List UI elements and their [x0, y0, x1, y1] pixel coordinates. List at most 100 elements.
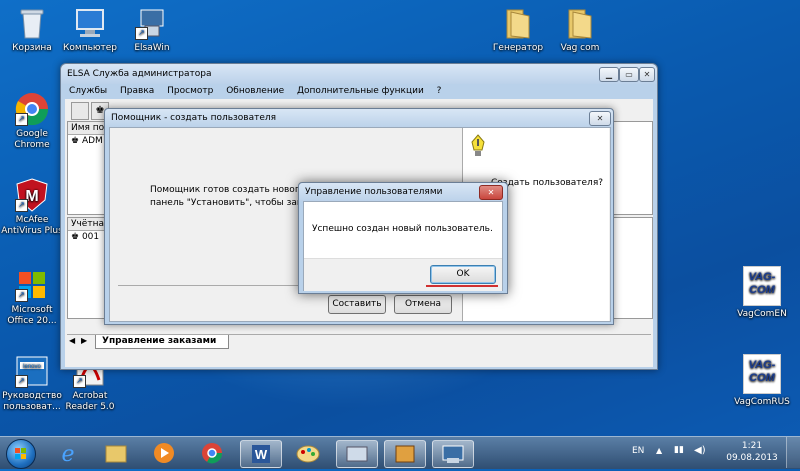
shortcut-arrow-icon: ↗ [15, 113, 28, 126]
wizard-titlebar[interactable]: Помощник - создать пользователя [105, 109, 613, 127]
admin-window-title: ELSA Служба администратора [67, 69, 212, 79]
desktop-icon-recycle-bin[interactable]: Корзина [0, 6, 64, 54]
cancel-button[interactable]: Отмена [394, 295, 452, 314]
taskbar-media-player-icon[interactable] [144, 440, 184, 466]
admin-menubar: Службы Правка Просмотр Обновление Дополн… [69, 85, 451, 98]
volume-icon[interactable]: ◀) [694, 445, 706, 456]
dialog-titlebar[interactable]: Управление пользователями [299, 183, 507, 201]
menu-view[interactable]: Просмотр [167, 86, 213, 96]
start-button-icon[interactable] [6, 439, 36, 469]
admin-window-titlebar[interactable]: ELSA Служба администратора [61, 64, 657, 84]
vag-logo-line2: COM [749, 284, 775, 296]
desktop-icon-mcafee[interactable]: M ↗ McAfee AntiVirus Plus [0, 178, 64, 237]
desktop-icon-label: Руководство пользоват... [2, 391, 62, 412]
recycle-bin-icon [15, 6, 49, 40]
list-item-label: ADM [81, 136, 103, 146]
folder-icon [501, 6, 535, 40]
mcafee-shield-icon: M ↗ [15, 178, 49, 212]
tab-scroll-left-icon[interactable]: ◀ [69, 336, 75, 345]
computer-icon [73, 6, 107, 40]
dialog-body: Успешно создан новый пользователь. OK [303, 201, 503, 291]
vag-com-logo-icon: VAG- COM [743, 354, 781, 394]
lightbulb-icon [469, 134, 487, 163]
chrome-icon: ↗ [15, 92, 49, 126]
taskbar-elsa-icon[interactable] [432, 440, 474, 468]
shortcut-arrow-icon: ↗ [15, 375, 28, 388]
shortcut-arrow-icon: ↗ [73, 375, 86, 388]
desktop-icon-label: Корзина [12, 43, 52, 53]
taskbar-ie-icon[interactable]: e [48, 440, 88, 467]
taskbar-window-icon[interactable] [336, 440, 378, 468]
menu-help[interactable]: ? [437, 86, 442, 96]
list-item-label: 001 [81, 232, 100, 242]
minimize-button[interactable]: ▁ [599, 67, 619, 82]
annotation-underline [426, 285, 498, 287]
dialog-close-button[interactable]: ✕ [479, 185, 503, 200]
desktop-icon-vagcom-rus[interactable]: VAG- COM VagComRUS [730, 354, 794, 408]
wizard-title: Помощник - создать пользователя [111, 113, 277, 123]
user-management-dialog: Управление пользователями ✕ Успешно созд… [298, 182, 508, 294]
tab-strip: ◀ ▶ Управление заказами [67, 334, 651, 349]
taskbar-app-icon[interactable] [384, 440, 426, 468]
desktop-icon-label: Генератор [492, 43, 544, 53]
desktop-icon-computer[interactable]: Компьютер [58, 6, 122, 54]
dialog-title: Управление пользователями [305, 187, 443, 197]
clock-date: 09.08.2013 [726, 453, 778, 463]
menu-edit[interactable]: Правка [120, 86, 154, 96]
language-indicator[interactable]: EN [632, 446, 644, 456]
folder-icon [563, 6, 597, 40]
taskbar: e W EN ▲ ▮▮ ◀) 1:21 09.08.2013 [0, 436, 800, 469]
desktop-icon-label: Google Chrome [14, 129, 50, 150]
desktop-icon-generator[interactable]: Генератор [486, 6, 550, 54]
desktop-icon-vagcom-folder[interactable]: Vag com [548, 6, 612, 54]
maximize-button[interactable]: ▭ [619, 67, 639, 82]
clock[interactable]: 1:21 09.08.2013 [722, 440, 782, 464]
desktop-icon-label: Vag com [560, 43, 600, 53]
vag-com-logo-icon: VAG- COM [743, 266, 781, 306]
desktop-icon-vagcom-en[interactable]: VAG- COM VagComEN [730, 266, 794, 320]
desktop-icon-office[interactable]: ↗ Microsoft Office 20... [0, 268, 64, 327]
ok-button[interactable]: OK [430, 265, 496, 284]
desktop-icon-chrome[interactable]: ↗ Google Chrome [0, 92, 64, 151]
svg-text:e: e [61, 442, 74, 466]
tab-orders[interactable]: Управление заказами [95, 335, 230, 349]
taskbar-explorer-icon[interactable] [96, 440, 136, 466]
tab-scroll-right-icon[interactable]: ▶ [81, 336, 87, 345]
taskbar-chrome-icon[interactable] [192, 440, 232, 466]
desktop-icon-label: ElsaWin [134, 43, 170, 53]
shortcut-arrow-icon: ↗ [15, 199, 28, 212]
network-icon[interactable]: ▮▮ [674, 445, 684, 455]
desktop-icon-label: VagComRUS [734, 397, 790, 407]
lenovo-manual-icon: lenovo ↗ [15, 354, 49, 388]
show-desktop-button[interactable] [786, 437, 800, 468]
taskbar-word-icon[interactable]: W [240, 440, 282, 468]
dialog-button-bar: OK [304, 258, 502, 291]
desktop-icon-label: Microsoft Office 20... [7, 305, 57, 326]
shortcut-arrow-icon: ↗ [15, 289, 28, 302]
shortcut-arrow-icon: ↗ [135, 27, 148, 40]
svg-text:lenovo: lenovo [23, 364, 41, 370]
vag-logo-line1: VAG- [748, 359, 776, 371]
desktop-icon-label: McAfee AntiVirus Plus [1, 215, 63, 236]
office-icon: ↗ [15, 268, 49, 302]
menu-services[interactable]: Службы [69, 86, 107, 96]
elsawin-icon: ↗ [135, 6, 169, 40]
desktop-icon-label: Компьютер [63, 43, 117, 53]
clock-time: 1:21 [741, 441, 763, 451]
desktop-icon-label: Acrobat Reader 5.0 [65, 391, 115, 412]
desktop-icon-manual[interactable]: lenovo ↗ Руководство пользоват... [0, 354, 64, 413]
toolbar-button[interactable] [71, 102, 89, 120]
dialog-message: Успешно создан новый пользователь. [312, 224, 493, 234]
desktop-icon-label: VagComEN [737, 309, 787, 319]
vag-logo-line2: COM [749, 372, 775, 384]
menu-extra-functions[interactable]: Дополнительные функции [297, 86, 424, 96]
vag-logo-line1: VAG- [748, 271, 776, 283]
wizard-close-button[interactable]: ✕ [589, 111, 611, 126]
tray-expand-icon[interactable]: ▲ [656, 446, 662, 455]
menu-update[interactable]: Обновление [226, 86, 284, 96]
compose-button[interactable]: Составить [328, 295, 386, 314]
desktop-icon-elsawin[interactable]: ↗ ElsaWin [120, 6, 184, 54]
close-button[interactable]: ✕ [639, 67, 655, 82]
taskbar-paint-icon[interactable] [288, 440, 328, 466]
svg-text:W: W [255, 447, 268, 462]
